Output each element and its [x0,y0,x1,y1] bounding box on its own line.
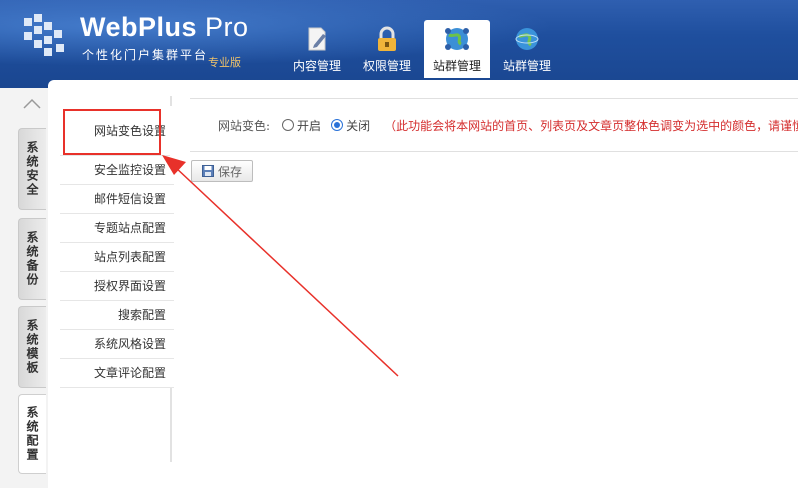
lock-icon [378,26,396,51]
side-tab-system-config[interactable]: 系统配置 [18,394,46,474]
save-button[interactable]: 保存 [191,160,253,182]
radio-disable-dot[interactable] [331,119,344,131]
submenu-item-article-comment[interactable]: 文章评论配置 [60,359,174,388]
submenu-item-site-list[interactable]: 站点列表配置 [60,243,174,272]
nav-permission-management[interactable]: 权限管理 [354,20,420,78]
site-color-setting-row: 网站变色: 开启 关闭 （此功能会将本网站的首页、列表页及文章页整体色调变为选中… [190,98,798,152]
side-tab-system-template[interactable]: 系统模板 [18,306,46,388]
submenu-item-topic-site[interactable]: 专题站点配置 [60,214,174,243]
radio-enable[interactable]: 开启 [282,117,321,134]
top-nav: 内容管理 权限管理 站群管理 站群管理 [284,20,564,78]
globe-icon [515,28,539,50]
globe-network-icon [445,28,469,50]
radio-enable-dot[interactable] [282,119,295,131]
submenu-item-security-monitor[interactable]: 安全监控设置 [60,156,174,185]
submenu-item-system-style[interactable]: 系统风格设置 [60,330,174,359]
logo-cube-icon [24,14,64,56]
save-disk-icon [201,165,214,177]
app-subtitle: 个性化门户集群平台 [82,48,209,62]
site-color-label: 网站变色: [218,118,271,133]
chevron-up-icon[interactable] [22,96,42,110]
app-header: WebPlus Pro 个性化门户集群平台 专业版 内容管理 权限管理 站群管理… [0,0,798,88]
nav-content-management[interactable]: 内容管理 [284,20,350,78]
side-tab-system-backup[interactable]: 系统备份 [18,218,46,300]
app-title: WebPlus Pro [80,12,249,42]
submenu-item-mail-sms[interactable]: 邮件短信设置 [60,185,174,214]
radio-disable[interactable]: 关闭 [331,117,370,134]
nav-site-group-management-active[interactable]: 站群管理 [424,20,490,78]
side-tab-system-security[interactable]: 系统安全 [18,128,46,210]
warning-note: （此功能会将本网站的首页、列表页及文章页整体色调变为选中的颜色，请谨慎操作！ [384,118,798,133]
edition-label: 专业版 [208,56,241,69]
submenu-item-search-config[interactable]: 搜索配置 [60,301,174,330]
submenu-item-auth-page[interactable]: 授权界面设置 [60,272,174,301]
nav-site-group-management[interactable]: 站群管理 [494,20,560,78]
annotation-highlight-box [63,109,161,155]
document-edit-icon [308,27,326,51]
